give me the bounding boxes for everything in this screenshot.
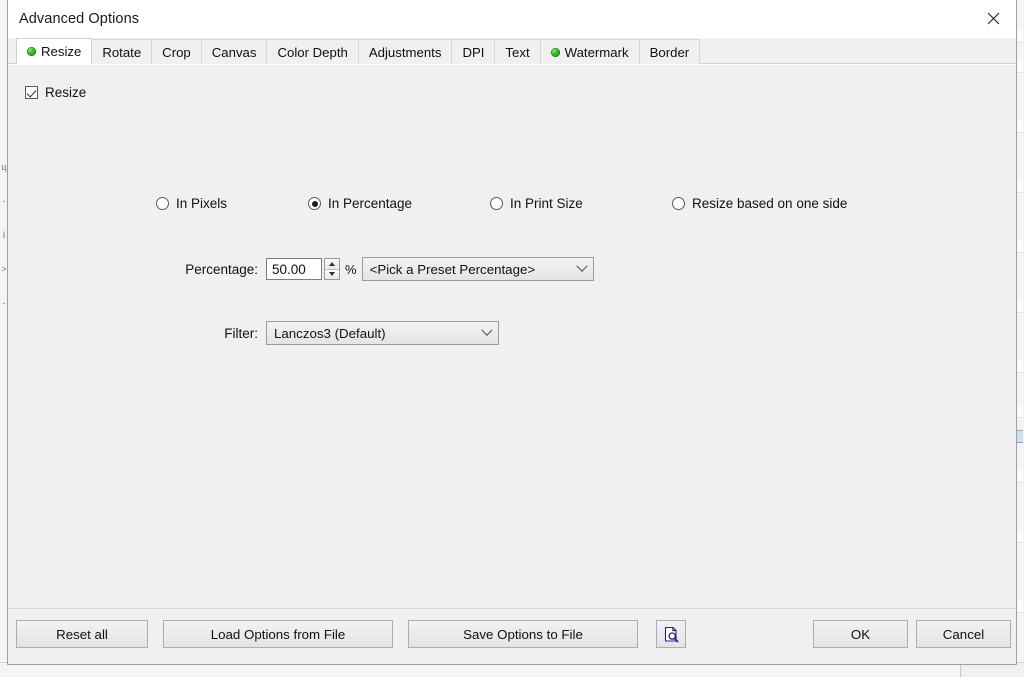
tab-adjustments[interactable]: Adjustments bbox=[357, 39, 453, 64]
dialog-footer: Reset all Load Options from File Save Op… bbox=[8, 608, 1016, 664]
stepper-down-button[interactable] bbox=[325, 269, 339, 279]
filter-row: Filter: Lanczos3 (Default) bbox=[8, 320, 499, 346]
percentage-input[interactable] bbox=[266, 258, 322, 280]
tab-text[interactable]: Text bbox=[494, 39, 541, 64]
radio-resize-based-on-one-side[interactable]: Resize based on one side bbox=[672, 196, 847, 211]
percent-sign-label: % bbox=[345, 261, 357, 277]
chevron-down-icon bbox=[476, 324, 498, 337]
radio-circle-icon bbox=[490, 197, 503, 210]
checkbox-box-icon bbox=[25, 86, 38, 99]
tab-crop[interactable]: Crop bbox=[151, 39, 202, 64]
filter-label: Filter: bbox=[224, 325, 258, 341]
tab-label: Rotate bbox=[102, 44, 142, 60]
radio-circle-icon bbox=[156, 197, 169, 210]
reset-all-button[interactable]: Reset all bbox=[16, 620, 148, 648]
radio-in-pixels[interactable]: In Pixels bbox=[156, 196, 227, 211]
status-dot-icon bbox=[27, 47, 36, 56]
tab-border[interactable]: Border bbox=[638, 39, 701, 64]
save-options-label: Save Options to File bbox=[463, 626, 583, 642]
tab-color-depth[interactable]: Color Depth bbox=[266, 39, 359, 64]
radio-in-print-size[interactable]: In Print Size bbox=[490, 196, 583, 211]
reset-all-label: Reset all bbox=[56, 626, 108, 642]
radio-circle-icon bbox=[308, 197, 321, 210]
radio-circle-icon bbox=[672, 197, 685, 210]
percentage-row: Percentage: % <Pick a Preset Percentage> bbox=[8, 256, 594, 282]
tab-label: Canvas bbox=[211, 44, 257, 60]
ok-button[interactable]: OK bbox=[813, 620, 908, 648]
percentage-stepper[interactable] bbox=[324, 258, 340, 280]
close-button[interactable] bbox=[970, 0, 1016, 36]
percentage-label: Percentage: bbox=[185, 261, 258, 277]
load-options-label: Load Options from File bbox=[210, 626, 346, 642]
chevron-down-icon bbox=[571, 260, 593, 273]
radio-label: In Print Size bbox=[510, 196, 583, 211]
dialog-titlebar: Advanced Options bbox=[8, 0, 1016, 38]
document-magnifier-icon bbox=[664, 626, 678, 642]
preview-button[interactable] bbox=[656, 620, 686, 648]
cancel-button[interactable]: Cancel bbox=[916, 620, 1011, 648]
chevron-down-icon bbox=[329, 272, 335, 277]
radio-label: In Percentage bbox=[328, 196, 413, 211]
close-icon bbox=[987, 12, 999, 24]
tab-label: Adjustments bbox=[368, 44, 442, 60]
status-dot-icon bbox=[550, 47, 560, 57]
load-options-button[interactable]: Load Options from File bbox=[163, 620, 393, 648]
tab-label: Text bbox=[505, 44, 530, 60]
tab-label: Watermark bbox=[564, 44, 629, 60]
advanced-options-dialog: Advanced Options Resize Rotate Crop Canv… bbox=[7, 0, 1017, 665]
radio-label: Resize based on one side bbox=[692, 196, 848, 211]
tab-bar: Resize Rotate Crop Canvas Color Depth Ad… bbox=[8, 38, 1016, 64]
dialog-title: Advanced Options bbox=[19, 10, 140, 27]
filter-combobox[interactable]: Lanczos3 (Default) bbox=[266, 321, 499, 345]
tab-watermark[interactable]: Watermark bbox=[539, 39, 640, 64]
tab-label: DPI bbox=[462, 44, 485, 60]
tab-label: Crop bbox=[162, 44, 191, 60]
tab-dpi[interactable]: DPI bbox=[451, 39, 496, 64]
preset-percentage-value: <Pick a Preset Percentage> bbox=[369, 261, 536, 277]
radio-in-percentage[interactable]: In Percentage bbox=[308, 196, 412, 211]
tab-canvas[interactable]: Canvas bbox=[200, 39, 268, 64]
tab-label: Color Depth bbox=[277, 44, 348, 60]
cancel-label: Cancel bbox=[942, 626, 985, 642]
tab-label: Border bbox=[649, 44, 690, 60]
resize-panel: Resize In Pixels In Percentage In Print … bbox=[8, 64, 1016, 608]
chevron-up-icon bbox=[329, 261, 335, 266]
resize-mode-radio-group: In Pixels In Percentage In Print Size Re… bbox=[8, 196, 1016, 220]
filter-value: Lanczos3 (Default) bbox=[274, 325, 386, 341]
tab-label: Resize bbox=[41, 44, 82, 59]
save-options-button[interactable]: Save Options to File bbox=[408, 620, 638, 648]
radio-label: In Pixels bbox=[176, 196, 228, 211]
resize-enable-checkbox[interactable]: Resize bbox=[25, 85, 86, 100]
resize-enable-label: Resize bbox=[45, 85, 87, 100]
stepper-up-button[interactable] bbox=[325, 259, 339, 270]
tab-resize[interactable]: Resize bbox=[16, 38, 93, 64]
preset-percentage-combobox[interactable]: <Pick a Preset Percentage> bbox=[361, 257, 594, 281]
tab-rotate[interactable]: Rotate bbox=[91, 39, 153, 64]
ok-label: OK bbox=[850, 626, 871, 642]
